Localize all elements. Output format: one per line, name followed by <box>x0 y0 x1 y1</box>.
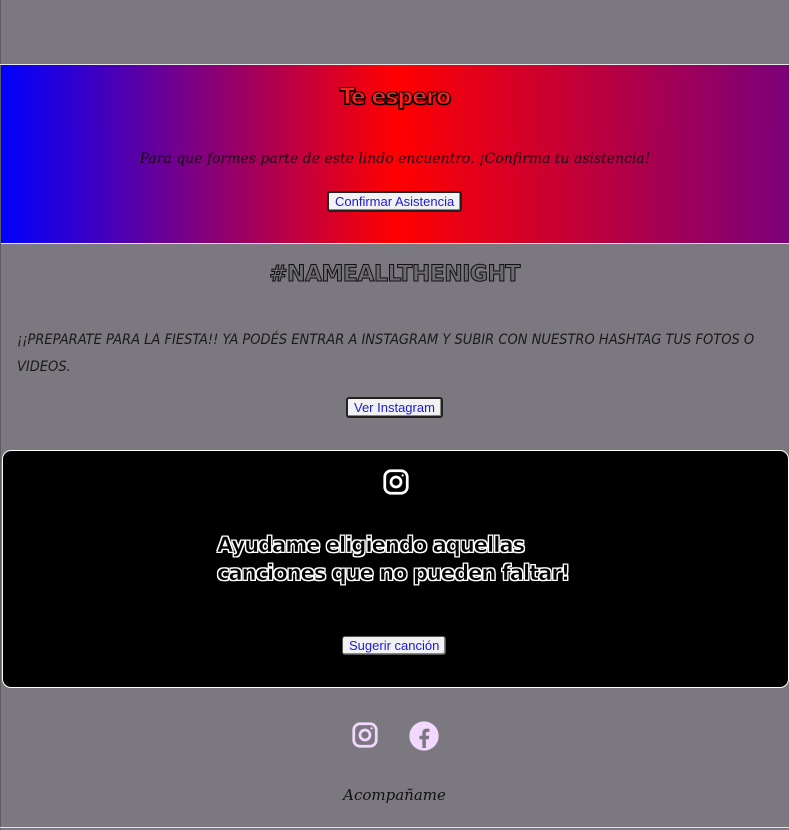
rsvp-title: Te espero <box>339 85 451 111</box>
instagram-icon <box>350 722 380 754</box>
rsvp-section: Te espero Para que formes parte de este … <box>1 65 789 244</box>
suggest-song-button[interactable]: Sugerir canción <box>342 636 447 655</box>
hashtag-title: #NAMEALLTHENIGHT <box>269 262 521 288</box>
view-instagram-button[interactable]: Ver Instagram <box>346 397 443 418</box>
bottom-divider <box>0 827 789 828</box>
facebook-icon <box>408 721 440 756</box>
rsvp-subtitle: Para que formes parte de este lindo encu… <box>139 151 651 167</box>
song-suggestion-section: Ayudame eligiendo aquellas canciones que… <box>2 450 789 688</box>
social-links <box>350 720 450 752</box>
footer-text: Acompañame <box>343 786 446 804</box>
party-announcement: ¡¡PREPARATE PARA LA FIESTA!! YA PODÉS EN… <box>17 332 755 375</box>
confirm-attendance-button[interactable]: Confirmar Asistencia <box>327 191 463 212</box>
facebook-link[interactable] <box>408 720 440 756</box>
songs-headline: Ayudame eligiendo aquellas canciones que… <box>217 533 571 586</box>
instagram-icon <box>381 467 411 501</box>
instagram-link[interactable] <box>350 720 380 754</box>
